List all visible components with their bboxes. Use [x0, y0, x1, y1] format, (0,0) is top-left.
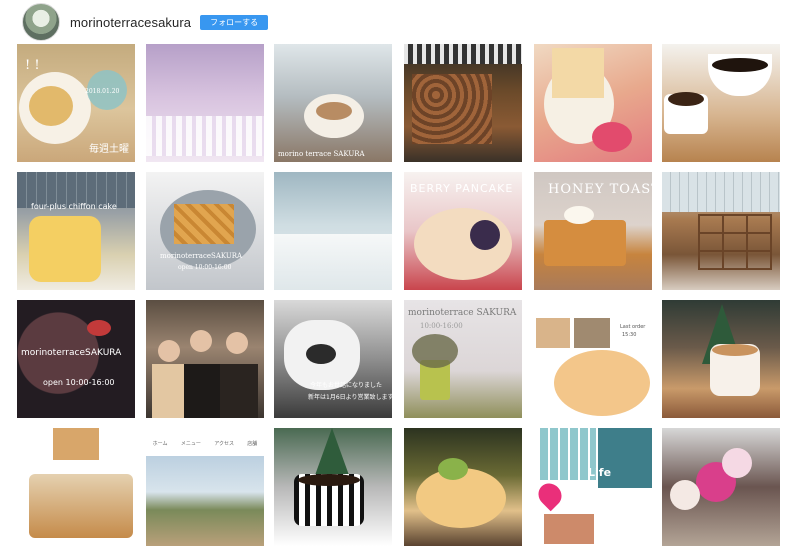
berries-shape: [470, 220, 500, 250]
post-text: Last order: [620, 324, 646, 330]
post-tile[interactable]: BERRY PANCAKE: [404, 172, 522, 290]
post-tile[interactable]: 今年もお世話になりました 新年は1月6日より営業致します: [274, 300, 392, 418]
post-tile[interactable]: [146, 44, 264, 162]
post-tile[interactable]: morino terrace SAKURA: [274, 44, 392, 162]
person-face-shape: [190, 330, 212, 352]
post-tile[interactable]: [274, 428, 392, 546]
post-hours: open 10:00-16:00: [178, 264, 232, 271]
building-photo-shape: [146, 456, 264, 546]
tile-wall-shape: [662, 172, 780, 212]
post-tile[interactable]: ! ! 2018.01.20 毎週土曜: [17, 44, 135, 162]
post-tile[interactable]: [146, 300, 264, 418]
snow-trees-shape: [146, 116, 264, 156]
post-hours: 10:00-16:00: [420, 322, 463, 330]
post-text: 新年は1月6日より営業致します: [308, 394, 392, 401]
heart-prop-shape: [534, 478, 567, 512]
post-tile[interactable]: morinoterraceSAKURA open 10:00-16:00: [17, 300, 135, 418]
person-face-shape: [158, 340, 180, 362]
photo-thumb-shape: [53, 428, 99, 460]
post-tile[interactable]: [662, 172, 780, 290]
coffee-shape: [712, 58, 768, 72]
avatar[interactable]: [22, 3, 60, 41]
photo-thumb-shape: [536, 318, 570, 348]
post-date: 2018.01.20: [85, 88, 120, 95]
post-text: 今年もお世話になりました: [310, 382, 383, 389]
post-tile[interactable]: [534, 44, 652, 162]
post-caption: Life: [588, 466, 612, 479]
post-tile[interactable]: four-plus chiffon cake: [17, 172, 135, 290]
snow-road-shape: [274, 234, 392, 290]
post-caption: morino terrace SAKURA: [278, 150, 365, 158]
xmas-tree-shape: [314, 428, 350, 478]
post-caption: morinoterraceSAKURA: [160, 252, 243, 260]
beans-shape: [668, 92, 704, 106]
flower-shape: [670, 480, 700, 510]
people-shape: [152, 364, 258, 418]
post-tile[interactable]: [662, 428, 780, 546]
follow-button[interactable]: フォローする: [200, 14, 269, 30]
post-tile[interactable]: [404, 428, 522, 546]
nav-item: 店舗: [247, 441, 258, 447]
post-tile[interactable]: [662, 44, 780, 162]
post-hours: open 10:00-16:00: [43, 378, 115, 387]
post-tile[interactable]: HONEY TOAST: [534, 172, 652, 290]
profile-header: morinoterracesakura フォローする: [22, 3, 269, 41]
post-caption: BERRY PANCAKE: [410, 182, 514, 195]
garnish-shape: [438, 458, 468, 480]
foam-shape: [712, 344, 758, 356]
post-tile[interactable]: [274, 172, 392, 290]
coffee-shape: [298, 474, 360, 486]
person-face-shape: [226, 332, 248, 354]
post-tile[interactable]: [17, 428, 135, 546]
waffle-shape: [174, 204, 234, 244]
cake-shape: [552, 48, 604, 98]
post-caption: four-plus chiffon cake: [31, 202, 117, 211]
post-tile[interactable]: morinoterrace SAKURA 10:00-16:00: [404, 300, 522, 418]
photo-thumb-shape: [544, 514, 594, 544]
post-tile[interactable]: [404, 44, 522, 162]
photo-thumb-shape: [574, 318, 610, 348]
firewood-shape: [412, 74, 492, 144]
post-tile[interactable]: ホーム メニュー アクセス 店舗: [146, 428, 264, 546]
post-text: ! !: [25, 58, 40, 73]
post-tile[interactable]: Last order 15:30: [534, 300, 652, 418]
kettle-shape: [87, 320, 111, 336]
post-caption: HONEY TOAST: [548, 182, 652, 197]
shelf-shape: [698, 214, 772, 270]
post-caption: 毎週土曜: [89, 144, 129, 155]
post-caption: morinoterraceSAKURA: [21, 348, 122, 358]
post-tile[interactable]: Life: [534, 428, 652, 546]
post-text: 15:30: [622, 332, 637, 338]
heart-badge-shape: [592, 122, 632, 152]
nav-item: アクセス: [214, 441, 234, 447]
pancake-plate-shape: [554, 350, 650, 416]
coffee-shape: [316, 102, 352, 120]
nav-item: ホーム: [152, 441, 168, 447]
post-caption: morinoterrace SAKURA: [408, 308, 517, 318]
flower-shape: [722, 448, 752, 478]
photo-thumb-shape: [598, 428, 652, 488]
fence-shape: [404, 44, 522, 64]
dog-nose-shape: [306, 344, 336, 364]
post-tile[interactable]: morinoterraceSAKURA open 10:00-16:00: [146, 172, 264, 290]
ice-cream-shape: [564, 206, 594, 224]
pancake-shape: [414, 208, 512, 280]
nav-item: メニュー: [180, 441, 201, 447]
plant-shape: [412, 334, 458, 368]
cookie-shape: [29, 86, 73, 126]
username[interactable]: morinoterracesakura: [70, 15, 191, 30]
toast-shape: [544, 220, 626, 266]
nav-bar: ホーム メニュー アクセス 店舗: [146, 440, 264, 452]
post-tile[interactable]: [662, 300, 780, 418]
chiffon-cake-shape: [29, 216, 101, 282]
toast-plate-shape: [29, 474, 133, 538]
